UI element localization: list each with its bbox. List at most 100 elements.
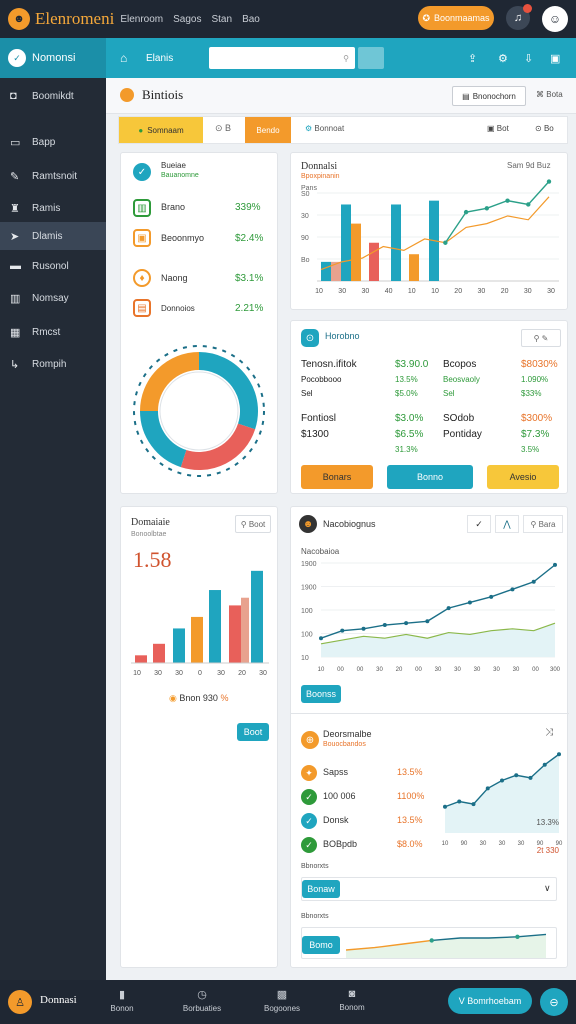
bottom-nav-item[interactable]: ◙ Bonom — [322, 988, 382, 1012]
bottom-nav-item[interactable]: ▩ Bogoones — [252, 988, 312, 1013]
tab-bendo[interactable]: Bendo — [245, 117, 291, 143]
chart-button[interactable]: ⋀ — [495, 515, 519, 533]
tab-summary[interactable]: ● Somnaam — [119, 117, 203, 143]
sidebar-item-dlamis[interactable]: ➤ Dlamis — [0, 222, 106, 250]
list-icon: ▤ — [133, 299, 151, 317]
sidebar-item-rusonol[interactable]: ▬ Rusonol — [0, 252, 106, 280]
sidebar-item-label: Boomikdt — [32, 90, 74, 102]
top-action-button[interactable]: ✪ Boonmaamas — [418, 6, 494, 30]
home-icon[interactable]: ⌂ — [120, 51, 127, 65]
finance-button-1[interactable]: Bonars — [301, 465, 373, 489]
sidebar-item-boomikdt[interactable]: ◘ Boomikdt — [0, 82, 106, 110]
finance-row-value: $3.90.0 — [395, 359, 429, 370]
more-icon[interactable]: ▣ — [550, 52, 560, 65]
tab-right-2[interactable]: ⊙ Bo — [535, 124, 554, 133]
search-button[interactable] — [358, 47, 384, 69]
sidebar-item-label: Bapp — [32, 136, 56, 148]
finance-card: ⊙ Horobno ⚲ ✎ Tenosn.ifitok $3.90.0 Bcopos… — [290, 320, 568, 494]
kpi-filter[interactable]: ⚲ Boot — [235, 515, 271, 533]
area-fill — [321, 623, 555, 657]
sidebar-item-label: Rompih — [32, 358, 67, 370]
sidebar-item-label: Rusonol — [32, 260, 69, 272]
user-avatar[interactable]: ♙ — [8, 990, 32, 1014]
bar — [341, 204, 351, 281]
breakdown-select-a[interactable]: Bonaw ∨ — [301, 877, 557, 901]
finance-row-value: 31.3% — [395, 445, 418, 454]
share-icon[interactable]: ⇪ — [468, 52, 477, 65]
nav-link[interactable]: Elenroom — [120, 14, 163, 25]
search-input[interactable]: ⚲ — [209, 47, 355, 69]
breakdown-item-label: Donsk — [323, 815, 349, 825]
header-link[interactable]: ⌘ Bota — [536, 90, 563, 99]
bottom-nav-item[interactable]: ◷ Borbuaties — [172, 988, 232, 1013]
sidebar-item-ramis[interactable]: ♜ Ramis — [0, 194, 106, 222]
nav-link[interactable]: Sagos — [173, 14, 201, 25]
bottom-fab[interactable]: ⊖ — [540, 988, 568, 1016]
sidebar-item-label: Nomsay — [32, 292, 69, 304]
trends-filter[interactable]: ⚲ Bara — [523, 515, 563, 533]
shuffle-icon[interactable]: ⤨ — [545, 727, 553, 738]
line-point — [557, 752, 561, 757]
check-icon: ✓ — [301, 813, 317, 829]
mini-bottom-label: 2t 330 — [537, 846, 560, 853]
trends-card: ☻ Nacobiognus ✓ ⋀ ⚲ Bara Nacobaioa 1900 1… — [290, 506, 569, 968]
nav-link[interactable]: Stan — [211, 14, 232, 25]
nav-link[interactable]: Bao — [242, 14, 260, 25]
select-b-label: Bomo — [302, 936, 340, 954]
line-point — [457, 799, 462, 804]
avatar[interactable]: ☺ — [542, 6, 568, 32]
check-button[interactable]: ✓ — [467, 515, 491, 533]
tab-grid[interactable]: ⊙ B — [215, 123, 231, 134]
x-tick-label: 20 — [501, 288, 509, 295]
finance-button-2[interactable]: Bonno — [387, 465, 473, 489]
sidebar-item-nomsay[interactable]: ▥ Nomsay — [0, 284, 106, 312]
finance-search-button[interactable]: ⚲ ✎ — [521, 329, 561, 347]
x-tick-label: 30 — [259, 670, 267, 677]
x-tick-label: 40 — [385, 288, 393, 295]
x-tick-label: 30 — [547, 288, 555, 295]
finance-button-3[interactable]: Avesio — [487, 465, 559, 489]
line-point — [528, 775, 533, 780]
tab-bonnoat[interactable]: ⚙ Bonnoat — [305, 124, 344, 133]
sidebar: ✓ Nomonsi ◘ Boomikdt ▭ Bapp ✎ Ramtsnoit ♜ Ramis ➤… — [0, 38, 106, 980]
finance-row-label: Beosvaoly — [443, 375, 480, 384]
brand-logo-icon[interactable]: ☻ — [8, 8, 30, 30]
bottom-primary-button[interactable]: V Bomrhoebam — [448, 988, 532, 1014]
notification-dot — [523, 4, 532, 13]
main-tab-label[interactable]: Elanis — [146, 53, 173, 64]
finance-row-value: 13.5% — [395, 375, 418, 384]
breakdown-select-b[interactable]: Bomo — [301, 927, 557, 959]
header-button[interactable]: ▤ Bnonochorn — [452, 86, 526, 106]
finance-row-label: Pocobbooo — [301, 375, 342, 384]
settings-icon[interactable]: ⚙ — [498, 52, 508, 65]
x-tick-label: 30 — [175, 670, 183, 677]
check-icon: ✓ — [301, 837, 317, 853]
main-toolbar: ⌂ Elanis ⚲ ⇪ ⚙ ⇩ ▣ — [106, 38, 576, 78]
sidebar-item-label: Ramtsnoit — [32, 170, 78, 182]
x-tick-label: 10 — [133, 670, 141, 677]
line-point — [510, 587, 515, 592]
bottom-nav-item[interactable]: ▮ Bonon — [92, 988, 152, 1013]
x-tick-label: 30 — [362, 288, 370, 295]
sidebar-item-rmcst[interactable]: ▦ Rmcst — [0, 318, 106, 346]
finance-row-value: $5.0% — [395, 389, 418, 398]
line-point — [446, 606, 451, 611]
kpi-button[interactable]: Boot — [237, 723, 269, 741]
sidebar-item-rompih[interactable]: ↳ Rompih — [0, 350, 106, 378]
bell-icon: ♫ — [513, 12, 523, 24]
sidebar-item-ramtsnoit[interactable]: ✎ Ramtsnoit — [0, 162, 106, 190]
y-tick-label: 30 — [301, 213, 309, 220]
tab-right-1[interactable]: ▣ Bot — [487, 124, 509, 133]
gear-icon: ⚙ — [305, 124, 313, 133]
sidebar-header[interactable]: ✓ Nomonsi — [0, 38, 106, 78]
breakdown-item-value: 13.5% — [397, 767, 423, 777]
select-a-label: Bonaw — [302, 880, 340, 898]
sidebar-item-bapp[interactable]: ▭ Bapp — [0, 128, 106, 156]
x-tick-label: 0 — [198, 670, 202, 677]
foot-line-chart — [346, 933, 547, 958]
download-icon[interactable]: ⇩ — [524, 52, 533, 65]
trends-button[interactable]: Boonss — [301, 685, 341, 703]
notifications-button[interactable]: ♫ — [506, 4, 532, 30]
x-tick-label: 20 — [238, 670, 246, 677]
top-bar: ☻ Elenromeni Elenroom Sagos Stan Bao ✪ Bo… — [0, 0, 576, 38]
